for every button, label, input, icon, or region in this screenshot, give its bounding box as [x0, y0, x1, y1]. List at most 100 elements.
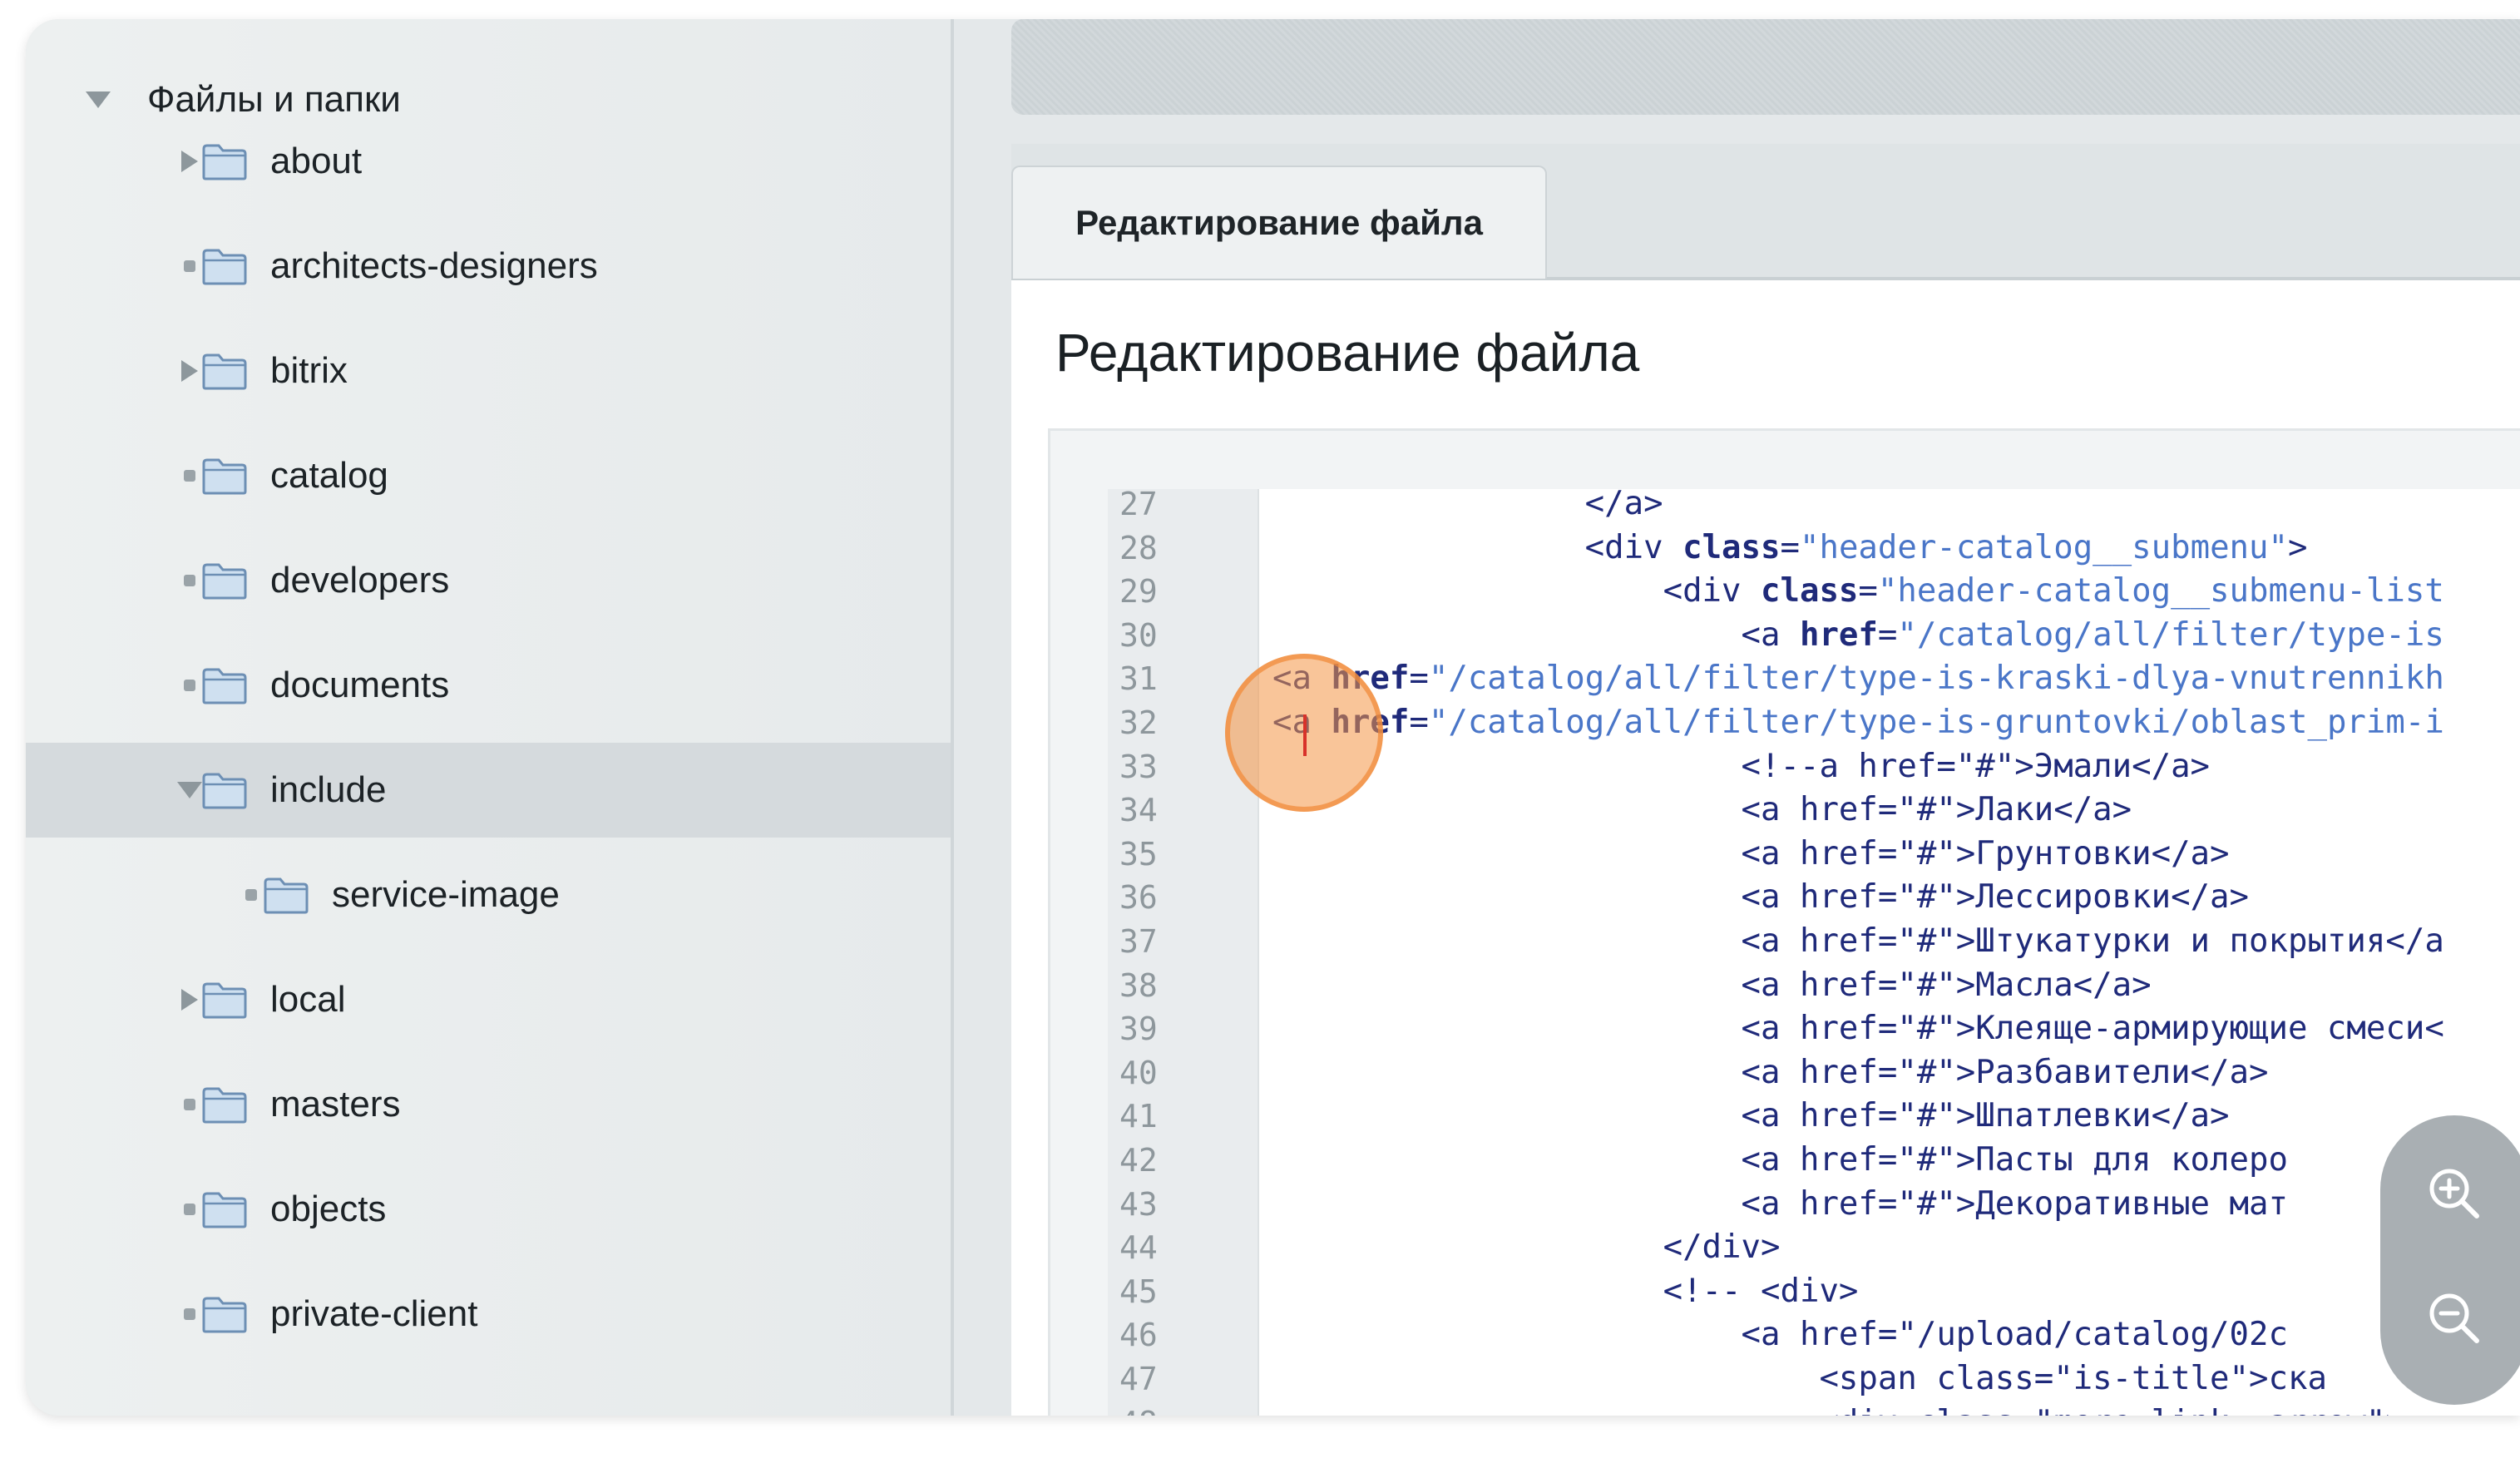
- tree-item-service-image[interactable]: service-image: [26, 848, 951, 942]
- code-token: <div: [1272, 528, 1683, 566]
- code-line[interactable]: 38 <a href="#">Масла</a>: [1108, 964, 2520, 1007]
- tree-item-architects-designers[interactable]: architects-designers: [26, 219, 951, 314]
- code-token: <a href="#">Пасты для колеро: [1272, 1141, 2288, 1179]
- line-number: 35: [1119, 835, 1158, 872]
- text-caret: [1303, 714, 1307, 756]
- line-number: 30: [1119, 616, 1158, 654]
- tree-item-label: catalog: [270, 455, 388, 496]
- line-number: 34: [1119, 792, 1158, 829]
- code-text: </div>: [1272, 1226, 1781, 1269]
- code-line[interactable]: 45 <!-- <div>: [1108, 1270, 2520, 1313]
- code-text: <a href="/catalog/all/filter/type-is-kra…: [1272, 657, 2444, 700]
- code-text: <a href="#">Лессировки</a>: [1272, 876, 2249, 919]
- code-token: </a>: [1272, 489, 1663, 522]
- tree-item-private-client[interactable]: private-client: [26, 1267, 951, 1362]
- main-content: Редактирование файла 27 </a> 28 <div clas…: [1011, 280, 2520, 1416]
- line-number: 36: [1119, 879, 1158, 917]
- code-line[interactable]: 27 </a>: [1108, 489, 2520, 526]
- line-number: 44: [1119, 1229, 1158, 1267]
- line-number: 47: [1119, 1361, 1158, 1397]
- folder-icon: [202, 247, 247, 285]
- file-tree-sidebar: Файлы и папки about architects-designers b…: [26, 19, 954, 1416]
- code-line[interactable]: 48 <div class="more-link _arrow">: [1108, 1401, 2520, 1416]
- bullet-icon: [177, 673, 202, 698]
- code-line[interactable]: 29 <div class="header-catalog__submenu-l…: [1108, 570, 2520, 613]
- bullet-icon: [239, 882, 264, 907]
- chevron-right-icon[interactable]: [177, 358, 202, 383]
- line-number: 40: [1119, 1054, 1158, 1091]
- code-line[interactable]: 28 <div class="header-catalog__submenu">: [1108, 526, 2520, 570]
- bullet-icon: [177, 1302, 202, 1327]
- zoom-out-button[interactable]: [2413, 1277, 2496, 1360]
- line-number: 38: [1119, 966, 1158, 1004]
- code-token: <a href="#">Масла</a>: [1272, 966, 2152, 1004]
- code-line[interactable]: 36 <a href="#">Лессировки</a>: [1108, 876, 2520, 919]
- code-token: <span class="is-title">ска: [1272, 1360, 2327, 1397]
- tab-edit-file[interactable]: Редактирование файла: [1011, 166, 1547, 279]
- folder-icon: [202, 771, 247, 809]
- tree-item-masters[interactable]: masters: [26, 1057, 951, 1152]
- tree-item-objects[interactable]: objects: [26, 1162, 951, 1257]
- folder-icon: [264, 876, 309, 914]
- line-number: 33: [1119, 748, 1158, 785]
- folder-icon: [202, 142, 247, 180]
- folder-icon: [202, 352, 247, 390]
- code-line[interactable]: 35 <a href="#">Грунтовки</a>: [1108, 833, 2520, 876]
- bullet-icon: [177, 1092, 202, 1117]
- line-number: 37: [1119, 923, 1158, 960]
- tree-item-local[interactable]: local: [26, 952, 951, 1047]
- code-line[interactable]: 43 <a href="#">Декоративные мат: [1108, 1183, 2520, 1226]
- tree-item-developers[interactable]: developers: [26, 533, 951, 628]
- chevron-right-icon[interactable]: [177, 149, 202, 174]
- tree-item-catalog[interactable]: catalog: [26, 428, 951, 523]
- tree-item-documents[interactable]: documents: [26, 638, 951, 733]
- line-number: 31: [1119, 660, 1158, 698]
- code-token: =: [1780, 528, 1800, 566]
- code-token: <a href="#">Декоративные мат: [1272, 1184, 2288, 1223]
- code-token: <a href="#">Лессировки</a>: [1272, 878, 2249, 917]
- tree-item-include[interactable]: include: [26, 743, 951, 838]
- code-token: "header-catalog__submenu": [1799, 528, 2288, 566]
- tree-item-about[interactable]: about: [26, 114, 951, 209]
- code-text: <a href="#">Шпатлевки</a>: [1272, 1095, 2230, 1138]
- chevron-down-icon[interactable]: [177, 778, 202, 803]
- code-line[interactable]: 42 <a href="#">Пасты для колеро: [1108, 1139, 2520, 1182]
- code-line[interactable]: 46 <a href="/upload/catalog/02c: [1108, 1313, 2520, 1357]
- code-token: href: [1799, 615, 1878, 654]
- chevron-down-icon[interactable]: [86, 87, 111, 112]
- code-editor[interactable]: 27 </a> 28 <div class="header-catalog__su…: [1108, 489, 2520, 1416]
- code-token: <!--a href="#">Эмали</a>: [1272, 747, 2211, 785]
- code-token: <div class="more-link _arrow">: [1272, 1404, 2404, 1416]
- code-line[interactable]: 47 <span class="is-title">ска: [1108, 1357, 2520, 1401]
- zoom-controls: [2380, 1115, 2520, 1405]
- tree-item-bitrix[interactable]: bitrix: [26, 324, 951, 418]
- code-line[interactable]: 41 <a href="#">Шпатлевки</a>: [1108, 1095, 2520, 1138]
- tree-item-label: about: [270, 141, 363, 181]
- code-token: =: [1409, 704, 1429, 741]
- zoom-in-button[interactable]: [2413, 1152, 2496, 1235]
- top-toolbar: [1011, 19, 2520, 115]
- code-text: <a href="#">Декоративные мат: [1272, 1183, 2288, 1226]
- code-text: <a href="#">Лаки</a>: [1272, 788, 2132, 832]
- line-number: 28: [1119, 529, 1158, 566]
- code-line[interactable]: 40 <a href="#">Разбавители</a>: [1108, 1051, 2520, 1095]
- code-line[interactable]: 44 </div>: [1108, 1226, 2520, 1269]
- code-line[interactable]: 39 <a href="#">Клеяще-армирующие смеси<: [1108, 1007, 2520, 1050]
- line-number: 29: [1119, 573, 1158, 610]
- folder-icon: [202, 1295, 247, 1333]
- chevron-right-icon[interactable]: [177, 987, 202, 1012]
- code-text: <a href="/upload/catalog/02c: [1272, 1313, 2288, 1357]
- code-token: <a href="/upload/catalog/02c: [1272, 1316, 2288, 1354]
- code-line[interactable]: 30 <a href="/catalog/all/filter/type-is: [1108, 614, 2520, 657]
- code-token: <div: [1272, 572, 1761, 610]
- tab-bar: Редактирование файла: [1011, 144, 2520, 280]
- folder-icon: [202, 666, 247, 704]
- code-text: <!-- <div>: [1272, 1270, 1859, 1313]
- code-line[interactable]: 37 <a href="#">Штукатурки и покрытия</a: [1108, 920, 2520, 963]
- line-number: 43: [1119, 1185, 1158, 1223]
- tree-item-label: objects: [270, 1189, 387, 1229]
- line-number: 27: [1119, 489, 1158, 522]
- code-text: <a href="#">Штукатурки и покрытия</a: [1272, 920, 2444, 963]
- code-token: <a: [1272, 615, 1800, 654]
- code-token: <a href="#">Клеяще-армирующие смеси<: [1272, 1010, 2444, 1048]
